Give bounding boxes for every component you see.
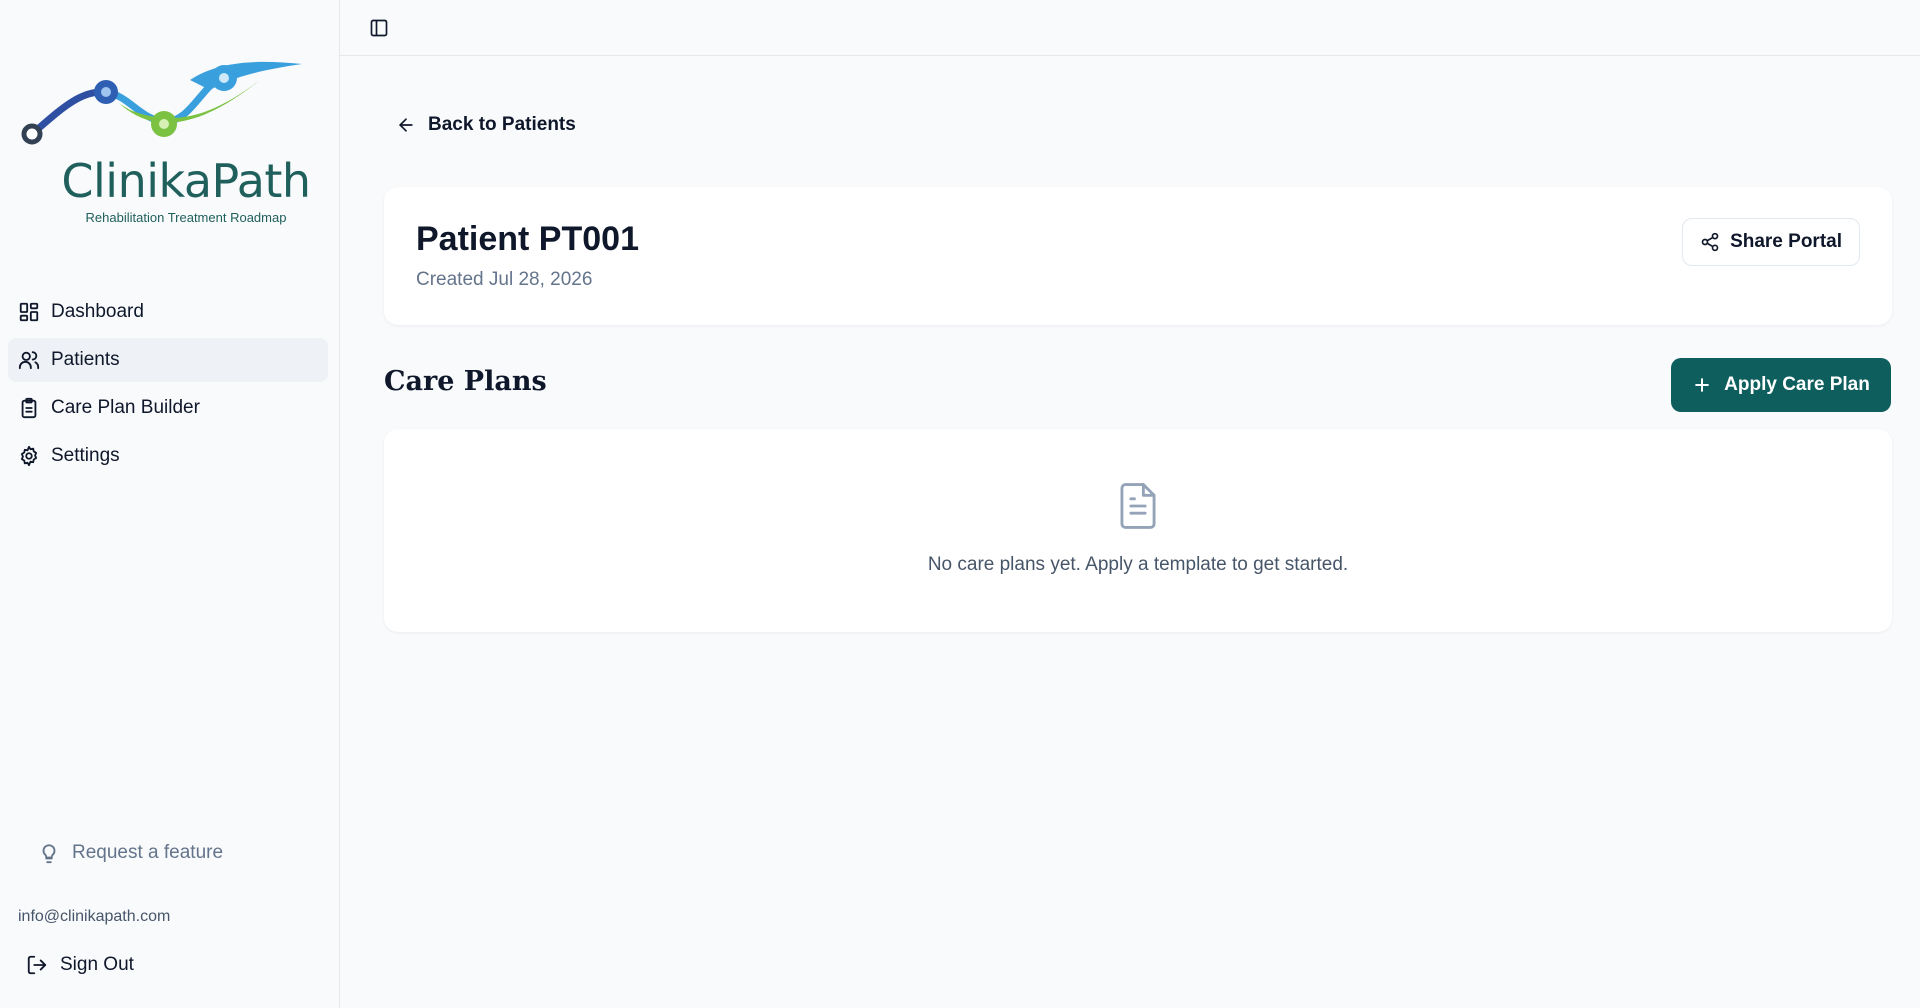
empty-state-message: No care plans yet. Apply a template to g…	[927, 554, 1349, 575]
sidebar-item-label: Patients	[51, 349, 120, 370]
dashboard-grid-icon	[18, 301, 40, 323]
lightbulb-icon	[42, 844, 56, 864]
care-plans-empty-state: No care plans yet. Apply a template to g…	[384, 429, 1892, 632]
patient-created-date: Created Jul 28, 2026	[416, 269, 593, 290]
share-portal-button[interactable]: Share Portal	[1682, 218, 1860, 266]
user-email: info@clinikapath.com	[18, 908, 171, 925]
share-portal-label: Share Portal	[1730, 231, 1842, 252]
sidebar: ClinikaPath Rehabilitation Treatment Roa…	[0, 0, 340, 1008]
brand-name: ClinikaPath	[61, 154, 311, 208]
document-icon	[1120, 483, 1156, 529]
sidebar-item-dashboard[interactable]: Dashboard	[8, 290, 328, 334]
main-content: Back to Patients Patient PT001 Created J…	[340, 0, 1920, 1008]
users-icon	[18, 349, 40, 371]
request-feature-link[interactable]: Request a feature	[38, 842, 223, 864]
panel-left-icon	[370, 19, 388, 37]
clipboard-icon	[18, 397, 40, 419]
logo-graphic	[21, 61, 302, 145]
brand-logo[interactable]: ClinikaPath Rehabilitation Treatment Roa…	[20, 50, 320, 230]
apply-care-plan-button[interactable]: Apply Care Plan	[1671, 358, 1891, 412]
sidebar-item-patients[interactable]: Patients	[8, 338, 328, 382]
share-icon	[1701, 232, 1719, 252]
care-plans-heading: Care Plans	[384, 366, 547, 397]
sidebar-item-label: Dashboard	[51, 301, 144, 322]
app-root: ClinikaPath Rehabilitation Treatment Roa…	[0, 0, 1920, 1008]
sidebar-toggle-button[interactable]	[366, 15, 392, 41]
page-title: Patient PT001	[416, 220, 639, 258]
back-to-patients-link[interactable]: Back to Patients	[396, 114, 576, 136]
brand-tagline: Rehabilitation Treatment Roadmap	[85, 210, 287, 225]
sidebar-item-care-plan-builder[interactable]: Care Plan Builder	[8, 386, 328, 430]
back-link-label: Back to Patients	[428, 114, 576, 135]
gear-icon	[18, 445, 40, 467]
sidebar-nav: Dashboard Patients Care Plan Builder Set…	[8, 290, 328, 482]
log-out-icon	[27, 955, 47, 975]
arrow-left-icon	[399, 118, 413, 132]
top-bar	[340, 0, 1920, 56]
request-feature-label: Request a feature	[72, 842, 224, 863]
sidebar-item-settings[interactable]: Settings	[8, 434, 328, 478]
sidebar-item-label: Settings	[51, 445, 120, 466]
sign-out-button[interactable]: Sign Out	[26, 954, 134, 976]
sign-out-label: Sign Out	[60, 954, 134, 975]
plus-icon	[1695, 378, 1709, 392]
patient-header-card: Patient PT001 Created Jul 28, 2026 Share…	[384, 187, 1892, 325]
sidebar-item-label: Care Plan Builder	[51, 397, 200, 418]
apply-care-plan-label: Apply Care Plan	[1724, 374, 1870, 395]
